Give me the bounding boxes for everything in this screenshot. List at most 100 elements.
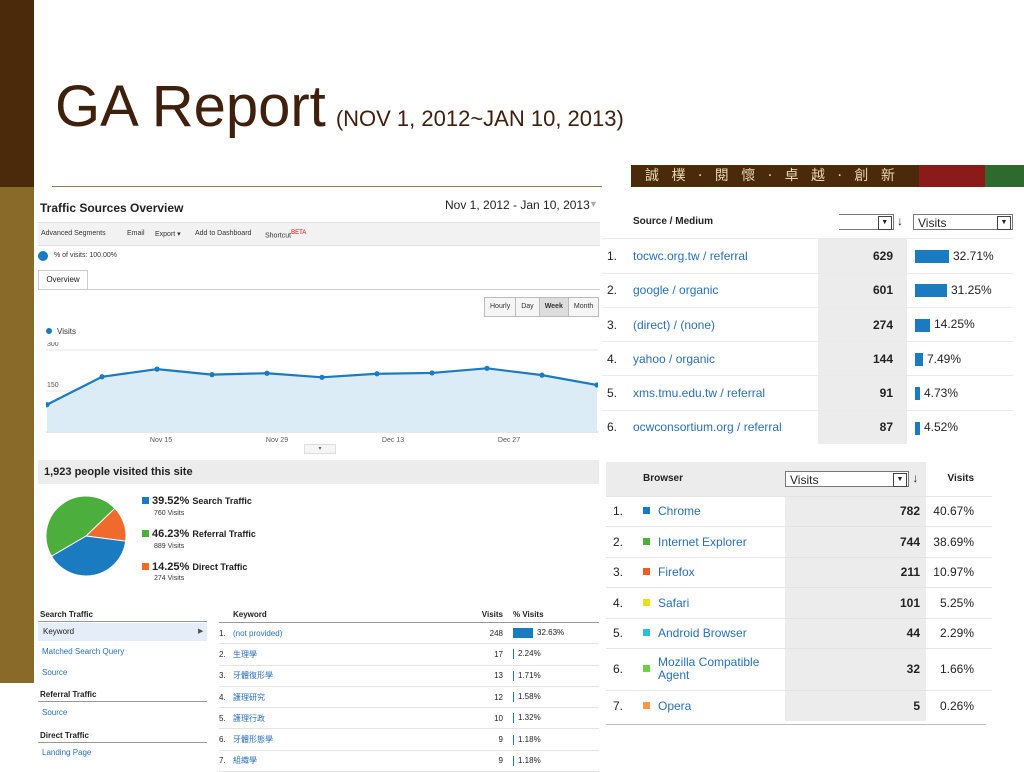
keyword-row-index: 2. (219, 643, 233, 666)
pct-visits-column-header[interactable]: % Visits (513, 606, 599, 623)
metric-select-2[interactable]: Visits ▼ (913, 213, 1013, 230)
browser-link[interactable]: Android Browser (658, 626, 747, 640)
source-row-index: 3. (602, 306, 633, 342)
keyword-pct-bar (513, 734, 514, 745)
chevron-down-icon[interactable]: ▼ (589, 199, 598, 209)
nav-divider (38, 621, 207, 622)
granularity-hourly-button[interactable]: Hourly (485, 298, 517, 316)
keyword-link[interactable]: 生理學 (233, 643, 465, 666)
add-to-dashboard-button[interactable]: Add to Dashboard (195, 230, 251, 237)
motto-green-block (985, 165, 1024, 187)
source-visits: 91 (818, 375, 907, 411)
keyword-link[interactable]: 組織學 (233, 750, 465, 772)
browser-visits-column-header[interactable]: Visits (926, 462, 992, 496)
visits-point (154, 366, 160, 372)
keyword-link[interactable]: 護理研究 (233, 686, 465, 709)
slide-title: GA Report (NOV 1, 2012~JAN 10, 2013) (55, 78, 624, 136)
email-button[interactable]: Email (127, 230, 145, 237)
browser-link[interactable]: Safari (658, 596, 689, 610)
source-row: 1. tocwc.org.tw / referral 629 32.71% (602, 238, 1013, 274)
y-tick-label: 300 (47, 342, 59, 348)
browser-color-swatch (643, 629, 650, 637)
visits-column-header[interactable]: Visits (465, 606, 513, 623)
source-metric-cell: Visits ▼ (907, 205, 1013, 239)
browser-visits: 32 (785, 647, 926, 690)
browser-color-swatch (643, 702, 650, 710)
keyword-pct-cell: 32.63% (513, 622, 599, 645)
browser-pct: 40.67% (926, 495, 992, 526)
browser-visits: 744 (785, 525, 926, 557)
keyword-pct-bar (513, 713, 514, 724)
nav-item-source-search[interactable]: Source (42, 668, 67, 677)
source-link[interactable]: ocwconsortium.org / referral (633, 409, 818, 445)
source-link[interactable]: (direct) / (none) (633, 306, 818, 342)
nav-heading-direct-traffic: Direct Traffic (40, 731, 89, 740)
browser-link-cell: Chrome (643, 495, 785, 526)
advanced-segments-button[interactable]: Advanced Segments (41, 230, 106, 237)
export-button[interactable]: Export ▾ (155, 230, 181, 238)
source-link[interactable]: yahoo / organic (633, 341, 818, 376)
keyword-link[interactable]: (not provided) (233, 622, 465, 645)
keyword-column-header[interactable]: Keyword (233, 606, 465, 623)
segment-label: % of visits: 100.00% (54, 252, 118, 259)
nav-divider (38, 701, 207, 702)
keyword-link[interactable]: 牙體形態學 (233, 728, 465, 751)
tab-overview[interactable]: Overview (38, 270, 88, 290)
nav-item-matched-search-query[interactable]: Matched Search Query (42, 647, 124, 656)
source-link[interactable]: xms.tmu.edu.tw / referral (633, 375, 818, 411)
keyword-pct-bar (513, 628, 533, 639)
source-row-index: 4. (602, 341, 633, 376)
source-link[interactable]: google / organic (633, 272, 818, 308)
keyword-row: 5. 護理行政 10 1.32% (219, 707, 599, 730)
keyword-pct-cell: 2.24% (513, 643, 599, 666)
sort-desc-icon[interactable]: ↓ (912, 471, 918, 485)
browser-row: 2. Internet Explorer 744 38.69% (606, 525, 992, 557)
chart-collapse-handle[interactable]: ▾ (304, 444, 336, 454)
source-pct: 4.52% (924, 420, 959, 435)
keyword-row: 4. 護理研究 12 1.58% (219, 686, 599, 709)
sort-desc-icon[interactable]: ↓ (897, 214, 903, 228)
browser-row: 1. Chrome 782 40.67% (606, 495, 992, 526)
browser-link-cell: Internet Explorer (643, 525, 785, 557)
browser-link[interactable]: Opera (658, 699, 691, 713)
browser-pct: 5.25% (926, 586, 992, 618)
nav-heading-search-traffic: Search Traffic (40, 610, 93, 619)
nav-item-source-referral[interactable]: Source (42, 708, 67, 717)
keyword-link[interactable]: 護理行政 (233, 707, 465, 730)
browser-link[interactable]: Firefox (658, 565, 695, 579)
granularity-month-button[interactable]: Month (568, 298, 599, 316)
slide-title-main: GA Report (55, 74, 326, 139)
nav-item-keyword[interactable]: Keyword (38, 623, 207, 641)
search-traffic-swatch (142, 496, 149, 504)
date-range-picker[interactable]: Nov 1, 2012 - Jan 10, 2013 (445, 198, 590, 212)
granularity-week-button[interactable]: Week (539, 298, 569, 316)
browser-row-index: 3. (606, 556, 643, 587)
visits-point (429, 370, 435, 376)
nav-item-landing-page[interactable]: Landing Page (42, 748, 91, 757)
browser-link[interactable]: Internet Explorer (658, 535, 747, 549)
browser-metric-select-label: Visits (790, 472, 819, 487)
source-visits: 274 (818, 306, 907, 342)
visits-point (209, 372, 215, 378)
source-pct-cell: 31.25% (907, 272, 1013, 308)
source-medium-column-header[interactable]: Source / Medium (633, 205, 818, 239)
browser-visits: 211 (785, 556, 926, 587)
source-link[interactable]: tocwc.org.tw / referral (633, 238, 818, 274)
keyword-row-index: 1. (219, 622, 233, 645)
tab-divider (38, 289, 600, 290)
browser-pct: 1.66% (926, 647, 992, 690)
granularity-day-button[interactable]: Day (516, 298, 540, 316)
keyword-pct-cell: 1.18% (513, 750, 599, 772)
browser-link[interactable]: Chrome (658, 504, 701, 518)
source-pct-cell: 4.52% (907, 409, 1013, 445)
source-visits: 144 (818, 341, 907, 376)
metric-select-1[interactable]: ▼ (838, 213, 894, 230)
browser-table-header: Browser Visits ▼ ↓ Visits (606, 462, 992, 496)
shortcut-button[interactable]: ShortcutBETA (265, 230, 306, 239)
browser-pct: 0.26% (926, 689, 992, 721)
browser-column-header[interactable]: Browser (643, 462, 785, 496)
browser-link[interactable]: Mozilla Compatible Agent (658, 656, 776, 682)
browser-row: 6. Mozilla Compatible Agent 32 1.66% (606, 647, 992, 690)
browser-metric-select[interactable]: Visits ▼ (785, 470, 909, 487)
keyword-link[interactable]: 牙體復形學 (233, 665, 465, 687)
